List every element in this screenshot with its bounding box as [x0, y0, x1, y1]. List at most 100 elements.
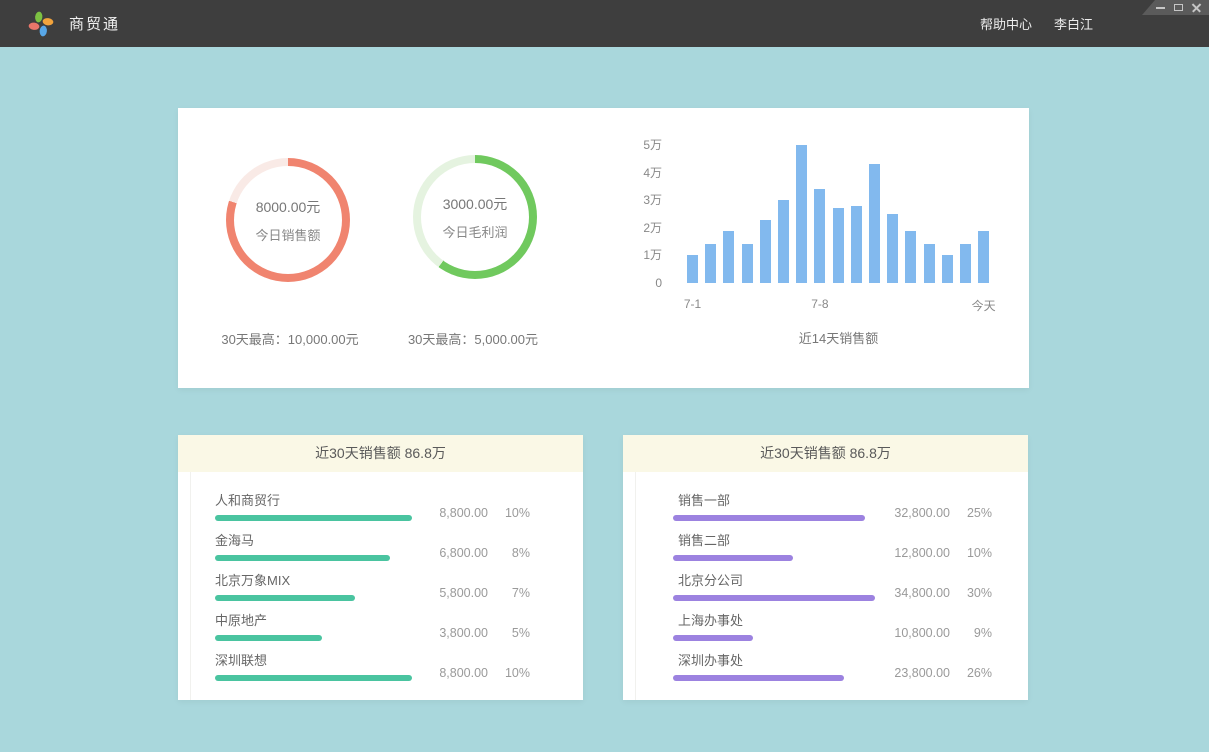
list-item: 中原地产 3,800.00 5% — [215, 612, 530, 641]
list-item-values: 34,800.00 30% — [855, 586, 992, 600]
list-item-progress-bar — [673, 595, 875, 601]
today-sales-donut-text: 8000.00元 今日销售额 — [226, 158, 350, 282]
today-profit-caption: 今日毛利润 — [442, 222, 507, 241]
chart-bar — [705, 244, 716, 283]
list-item-amount: 23,800.00 — [855, 666, 950, 680]
list-item-percent: 10% — [950, 546, 992, 560]
list-item-values: 8,800.00 10% — [393, 506, 530, 520]
list-item-values: 8,800.00 10% — [393, 666, 530, 680]
list-item-amount: 8,800.00 — [393, 506, 488, 520]
list-item-percent: 7% — [488, 586, 530, 600]
x-axis-tick-label: 今天 — [972, 297, 996, 314]
chart-plot-area: 7-17-8今天 — [687, 145, 990, 283]
list-item: 北京万象MIX 5,800.00 7% — [215, 572, 530, 601]
today-profit-30d-max: 30天最高：5,000.00元 — [363, 329, 583, 348]
today-sales-caption: 今日销售额 — [255, 225, 320, 244]
app-title: 商贸通 — [69, 13, 120, 34]
list-item-progress-bar — [673, 675, 844, 681]
user-name-link[interactable]: 李白江 — [1054, 14, 1093, 33]
list-item-values: 6,800.00 8% — [393, 546, 530, 560]
chart-title: 近14天销售额 — [687, 328, 990, 347]
chart-bar — [851, 206, 862, 283]
list-item: 销售二部 12,800.00 10% — [673, 532, 992, 561]
list-item-amount: 10,800.00 — [855, 626, 950, 640]
list-item-amount: 34,800.00 — [855, 586, 950, 600]
y-axis-tick-label: 0 — [608, 276, 662, 290]
topbar-right: 帮助中心 李白江 — [980, 0, 1093, 47]
customer-card-title: 近30天销售额 86.8万 — [178, 435, 583, 472]
chart-bar — [905, 231, 916, 283]
customer-list: 人和商贸行 8,800.00 10% 金海马 6,800.00 8% 北京万象M… — [178, 472, 583, 700]
department-list: 销售一部 32,800.00 25% 销售二部 12,800.00 10% 北京… — [623, 472, 1028, 700]
department-sales-card: 近30天销售额 86.8万 销售一部 32,800.00 25% 销售二部 12… — [623, 435, 1028, 700]
y-axis-tick-label: 3万 — [608, 193, 662, 207]
chart-bar — [978, 231, 989, 283]
today-profit-donut-text: 3000.00元 今日毛利润 — [413, 155, 537, 279]
y-axis-tick-label: 4万 — [608, 166, 662, 180]
list-item-percent: 30% — [950, 586, 992, 600]
list-item-amount: 8,800.00 — [393, 666, 488, 680]
chart-y-axis: 01万2万3万4万5万 — [608, 145, 662, 283]
list-item: 销售一部 32,800.00 25% — [673, 492, 992, 521]
list-item-progress-bar — [215, 595, 355, 601]
today-profit-value: 3000.00元 — [443, 194, 508, 214]
title-bar: 商贸通 帮助中心 李白江 — [0, 0, 1209, 47]
list-item-percent: 8% — [488, 546, 530, 560]
list-item-amount: 32,800.00 — [855, 506, 950, 520]
list-item-values: 12,800.00 10% — [855, 546, 992, 560]
list-item-amount: 12,800.00 — [855, 546, 950, 560]
minimize-icon[interactable] — [1156, 7, 1165, 9]
list-item-values: 23,800.00 26% — [855, 666, 992, 680]
chart-bar — [760, 220, 771, 283]
today-profit-donut: 3000.00元 今日毛利润 — [413, 155, 537, 279]
list-item-percent: 10% — [488, 506, 530, 520]
department-card-title: 近30天销售额 86.8万 — [623, 435, 1028, 472]
list-item: 深圳办事处 23,800.00 26% — [673, 652, 992, 681]
chart-bar — [887, 214, 898, 283]
list-item-percent: 25% — [950, 506, 992, 520]
window-controls — [1142, 0, 1209, 15]
today-sales-donut: 8000.00元 今日销售额 — [226, 158, 350, 282]
list-item-progress-bar — [215, 635, 322, 641]
y-axis-tick-label: 1万 — [608, 248, 662, 262]
today-sales-value: 8000.00元 — [256, 197, 321, 217]
list-item-values: 3,800.00 5% — [393, 626, 530, 640]
x-axis-tick-label: 7-8 — [811, 297, 828, 311]
chart-bar — [814, 189, 825, 283]
list-item-progress-bar — [215, 675, 412, 681]
chart-bar — [687, 255, 698, 283]
list-item-values: 10,800.00 9% — [855, 626, 992, 640]
list-item-progress-bar — [215, 555, 390, 561]
list-item: 上海办事处 10,800.00 9% — [673, 612, 992, 641]
chart-bar — [723, 231, 734, 283]
list-item: 人和商贸行 8,800.00 10% — [215, 492, 530, 521]
chart-bar — [960, 244, 971, 283]
app-logo-pinwheel-icon — [27, 10, 55, 38]
today-summary-card: 8000.00元 今日销售额 30天最高：10,000.00元 3000.00元… — [178, 108, 1029, 388]
list-item-progress-bar — [673, 515, 865, 521]
chart-bar — [778, 200, 789, 283]
maximize-icon[interactable] — [1174, 4, 1183, 11]
chart-bar — [742, 244, 753, 283]
list-item-progress-bar — [215, 515, 412, 521]
x-axis-tick-label: 7-1 — [684, 297, 701, 311]
list-item: 北京分公司 34,800.00 30% — [673, 572, 992, 601]
list-item: 金海马 6,800.00 8% — [215, 532, 530, 561]
y-axis-tick-label: 5万 — [608, 138, 662, 152]
list-item-values: 32,800.00 25% — [855, 506, 992, 520]
list-item-amount: 5,800.00 — [393, 586, 488, 600]
list-item-amount: 3,800.00 — [393, 626, 488, 640]
chart-bar — [924, 244, 935, 283]
list-item-percent: 5% — [488, 626, 530, 640]
list-item-progress-bar — [673, 555, 793, 561]
close-icon[interactable] — [1192, 3, 1201, 12]
customer-sales-card: 近30天销售额 86.8万 人和商贸行 8,800.00 10% 金海马 6,8… — [178, 435, 583, 700]
sales-14d-bar-chart: 01万2万3万4万5万 7-17-8今天 近14天销售额 — [608, 145, 1003, 365]
chart-bar — [796, 145, 807, 283]
chart-bar — [833, 208, 844, 283]
y-axis-tick-label: 2万 — [608, 221, 662, 235]
list-item-amount: 6,800.00 — [393, 546, 488, 560]
list-item-percent: 26% — [950, 666, 992, 680]
list-item-progress-bar — [673, 635, 753, 641]
help-center-link[interactable]: 帮助中心 — [980, 14, 1032, 33]
